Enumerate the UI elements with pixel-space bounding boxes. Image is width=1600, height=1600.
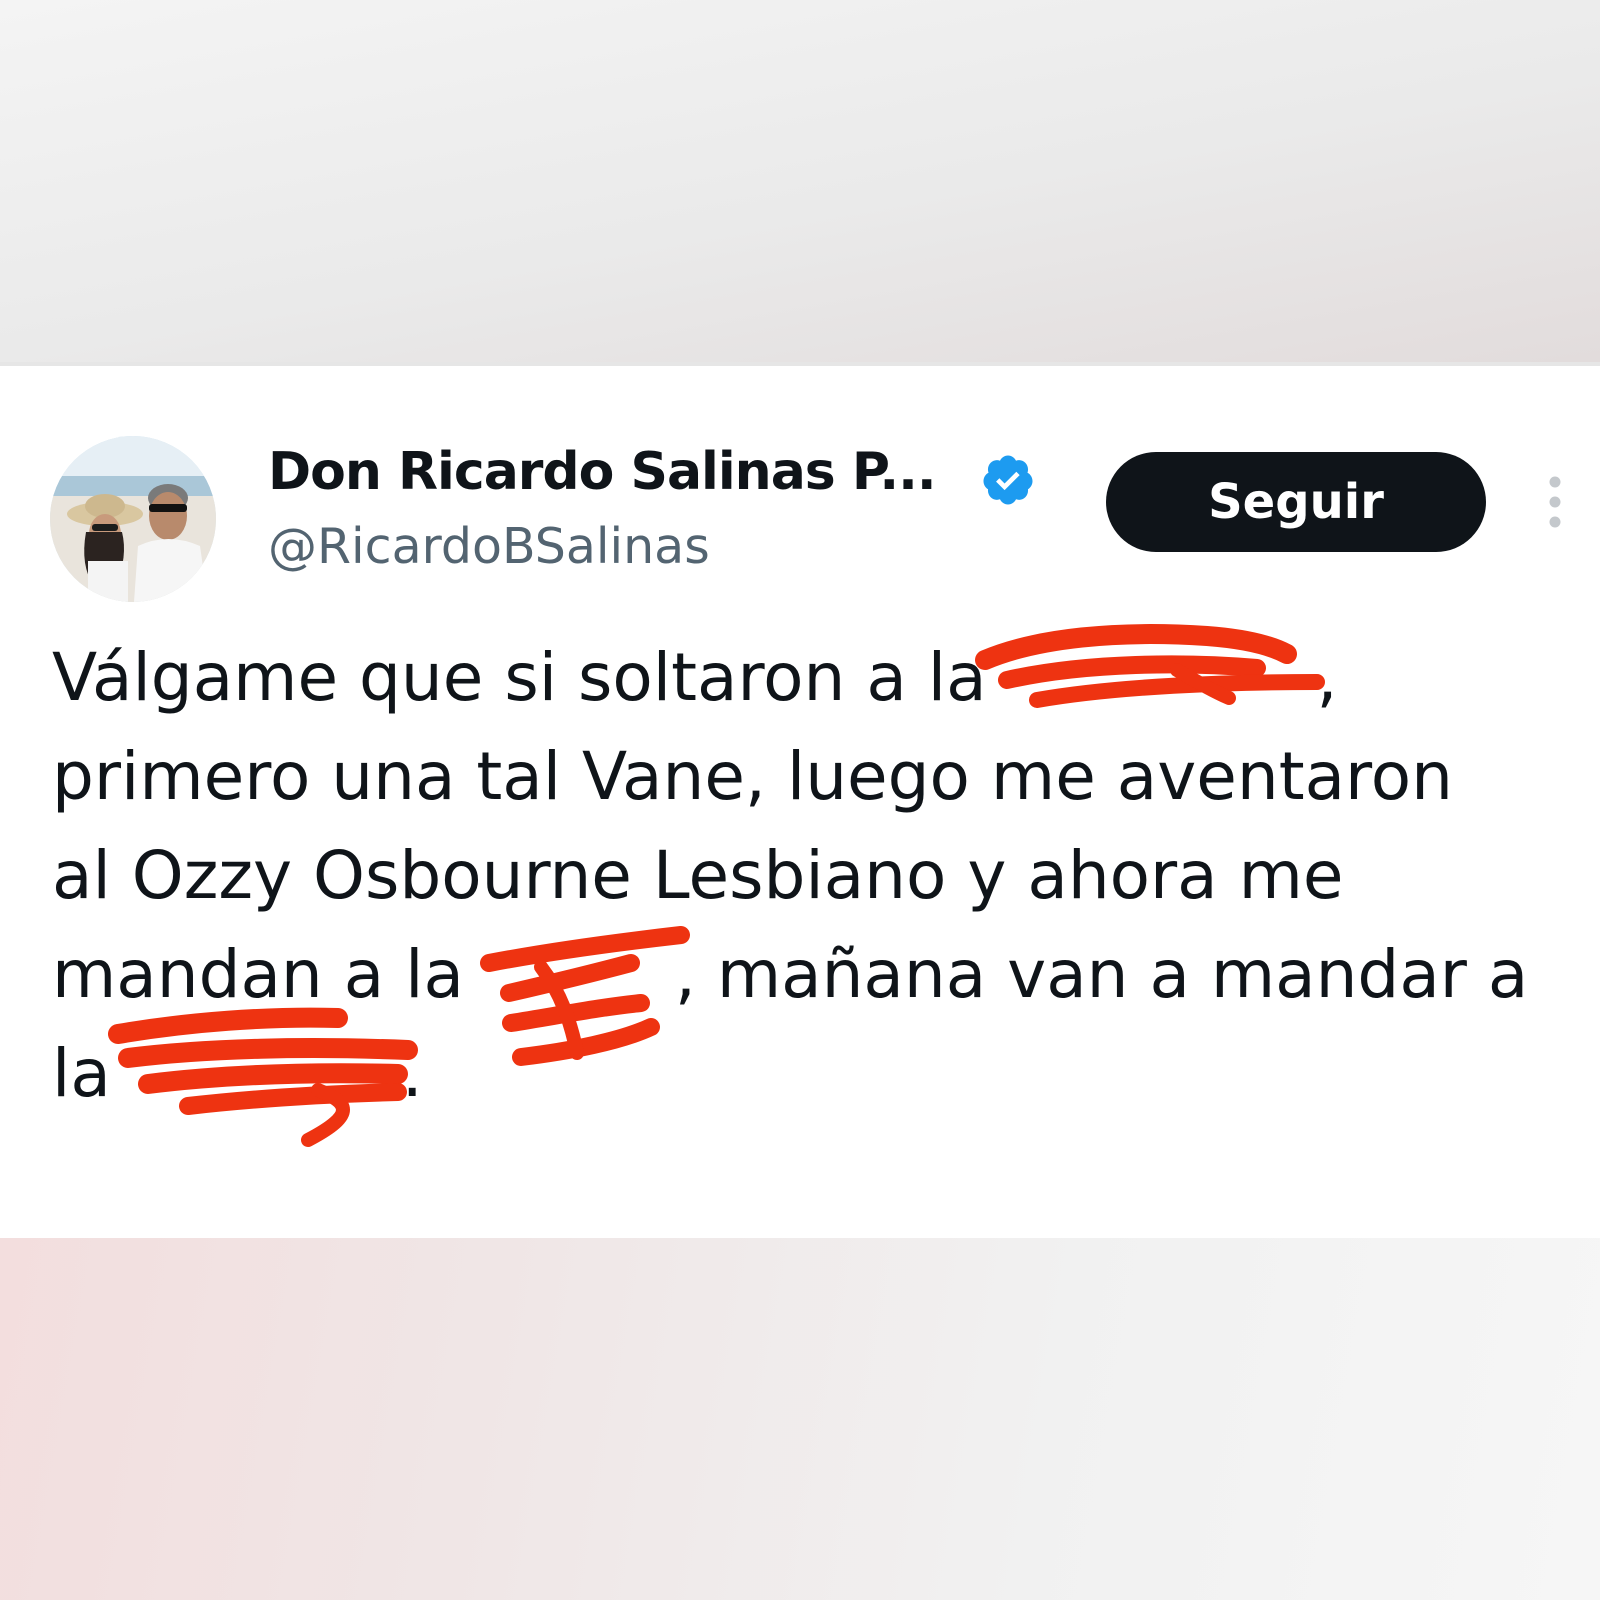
user-handle[interactable]: @RicardoBSalinas <box>268 518 710 575</box>
more-vertical-icon[interactable] <box>1538 472 1572 536</box>
follow-button[interactable]: Seguir <box>1106 452 1486 552</box>
display-name[interactable]: Don Ricardo Salinas P... <box>268 442 937 502</box>
redaction-scribble <box>974 624 1325 708</box>
tweet-card: Don Ricardo Salinas P... @RicardoBSalina… <box>0 362 1600 1238</box>
redaction-scribble <box>107 1007 418 1147</box>
tweet-line: al Ozzy Osbourne Lesbiano y ahora me <box>52 837 1344 914</box>
tweet-line: la . <box>52 1007 1572 1147</box>
background-bottom <box>0 1238 1600 1600</box>
tweet-text: Válgame que si soltaron a la , primero u… <box>52 624 1572 1147</box>
tweet-line: primero una tal Vane, luego me aventaron <box>52 738 1453 815</box>
background-top <box>0 0 1600 362</box>
redaction-scribble <box>479 926 690 1066</box>
avatar[interactable] <box>50 436 216 602</box>
verified-badge-icon <box>983 455 1033 505</box>
tweet-line: Válgame que si soltaron a la , <box>52 624 1572 727</box>
